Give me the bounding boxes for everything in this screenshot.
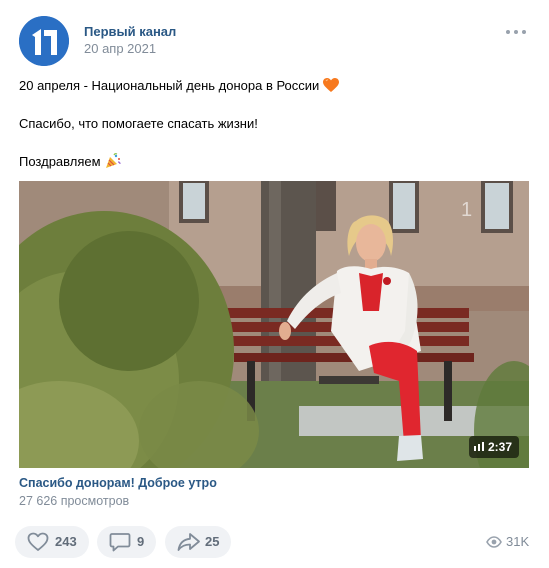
channel-one-logo-icon [19,16,69,66]
wall-post: Первый канал 20 апр 2021 20 апреля - Нац… [0,0,549,568]
author-link[interactable]: Первый канал [84,24,176,39]
more-horizontal-icon [506,30,510,34]
video-views-count: 27 626 просмотров [19,494,130,508]
eye-icon [486,536,502,548]
video-title-link[interactable]: Спасибо донорам! Доброе утро [19,476,217,490]
post-text-line-2: Спасибо, что помогаете спасать жизни! [19,116,258,131]
share-count: 25 [205,534,220,549]
share-arrow-icon [177,533,200,551]
post-text-line-1: 20 апреля - Национальный день донора в Р… [19,78,340,97]
orange-heart-emoji-icon [323,78,340,97]
video-duration-badge: 2:37 [468,436,519,458]
video-frame-image: 1 [19,181,529,468]
svg-text:1: 1 [461,199,472,221]
like-button[interactable]: 243 [15,526,89,558]
comment-button[interactable]: 9 [97,526,156,558]
more-options-button[interactable] [504,22,528,42]
signal-bars-icon [473,442,484,451]
comment-icon [109,533,131,552]
party-popper-emoji-icon [105,153,121,173]
post-text-line-3: Поздравляем [19,153,121,173]
post-date[interactable]: 20 апр 2021 [84,41,156,56]
views-count: 31K [506,534,530,549]
video-player-thumbnail[interactable]: 1 2:37 [19,181,529,468]
heart-outline-icon [27,532,49,551]
views-counter: 31K [486,534,529,550]
channel-avatar[interactable] [19,16,69,66]
share-button[interactable]: 25 [165,526,231,558]
comment-count: 9 [137,534,145,549]
like-count: 243 [55,534,77,549]
